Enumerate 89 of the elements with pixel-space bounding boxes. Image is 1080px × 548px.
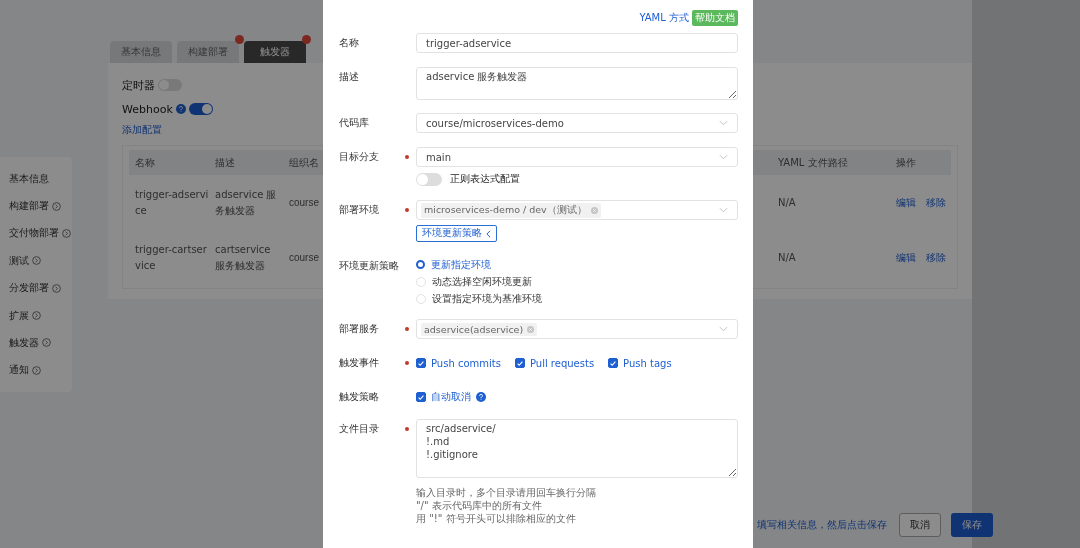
action-link[interactable]: 编辑 <box>896 249 916 266</box>
field-label: 文件目录 <box>339 422 380 436</box>
chevron-down-icon <box>719 120 728 126</box>
sidebar-item[interactable]: 触发器 <box>9 335 72 350</box>
chevron-down-icon <box>719 207 728 213</box>
chevron-left-icon <box>486 229 491 238</box>
required-dot <box>405 155 409 159</box>
table-cell-text: course <box>289 250 320 265</box>
chevron-down-icon <box>719 154 728 160</box>
toggle-switch[interactable] <box>416 172 442 186</box>
field-label: 触发策略 <box>339 390 380 404</box>
column-header: 组织名 <box>289 155 320 170</box>
sidebar-item[interactable]: 交付物部署 <box>9 226 72 241</box>
help-icon <box>175 104 186 114</box>
action-link[interactable]: 移除 <box>926 194 946 211</box>
tab[interactable]: 触发器 <box>244 41 306 63</box>
column-header: 操作 <box>896 155 917 170</box>
footer-hint: 填写相关信息，然后点击保存 <box>757 518 887 532</box>
switch-label: 定时器 <box>122 77 155 93</box>
column-header: YAML 文件路径 <box>778 155 849 170</box>
switch-label: Webhook <box>122 102 173 116</box>
circle-chevron-icon <box>52 283 61 293</box>
field-label: 代码库 <box>339 116 370 130</box>
multi-select-field[interactable]: microservices-demo / dev（测试） <box>416 200 738 220</box>
name-input[interactable]: trigger-adservice <box>416 33 738 53</box>
circle-chevron-icon <box>32 256 41 266</box>
circle-chevron-icon <box>52 201 61 211</box>
required-dot <box>405 361 409 365</box>
checkbox[interactable] <box>608 358 619 368</box>
circle-chevron-icon <box>32 311 41 321</box>
field-label: 环境更新策略 <box>339 259 400 273</box>
sidebar-item[interactable]: 测试 <box>9 253 72 268</box>
circle-chevron-icon <box>62 228 71 238</box>
table-cell-text: N/A <box>778 195 797 210</box>
sidebar-item[interactable]: 构建部署 <box>9 199 72 214</box>
checkbox[interactable] <box>416 358 426 368</box>
table-cell-text: trigger-cartservice <box>135 242 208 273</box>
circle-chevron-icon <box>32 365 41 375</box>
toggle-switch[interactable] <box>188 103 213 115</box>
radio-label: 设置指定环境为基准环境 <box>432 291 542 306</box>
cancel-button[interactable]: 取消 <box>899 513 941 537</box>
selected-tag[interactable]: microservices-demo / dev（测试） <box>421 202 601 218</box>
text-area[interactable]: adservice 服务触发器 <box>416 67 738 100</box>
hint-text: 用 "!" 符号开头可以排除相应的文件 <box>416 512 577 525</box>
required-dot <box>405 427 409 431</box>
help-icon <box>476 392 486 402</box>
switch-label: 正则表达式配置 <box>450 172 520 186</box>
hint-text: 输入目录时，多个目录请用回车换行分隔 <box>416 486 597 499</box>
strategy-button[interactable]: 环境更新策略 <box>416 225 497 242</box>
sidebar-item[interactable]: 基本信息 <box>9 171 72 186</box>
field-label: 部署服务 <box>339 322 380 336</box>
radio-label: 动态选择空闲环境更新 <box>432 274 532 289</box>
field-label: 部署环境 <box>339 203 380 217</box>
circle-chevron-icon <box>42 338 51 348</box>
checkbox-label: Pull requests <box>529 357 595 369</box>
table-cell-text: trigger-adservice <box>135 187 210 218</box>
action-link[interactable]: 编辑 <box>896 194 916 211</box>
sidebar-item[interactable]: 分发部署 <box>9 281 72 296</box>
selected-tag[interactable]: adservice(adservice) <box>421 322 538 336</box>
checkbox-label: Push commits <box>431 357 501 369</box>
checkbox-label: Push tags <box>623 357 672 369</box>
select-field[interactable]: main <box>416 147 738 167</box>
radio-button[interactable] <box>416 260 425 269</box>
checkbox-label: 自动取消 <box>431 390 471 404</box>
sidebar-item[interactable]: 通知 <box>9 363 72 378</box>
multi-select-field[interactable]: adservice(adservice) <box>416 319 738 339</box>
table-cell-text: adservice 服务触发器 <box>215 187 278 218</box>
column-header: 描述 <box>215 155 236 170</box>
select-field[interactable]: course/microservices-demo <box>416 113 738 133</box>
table-cell-text: course <box>289 195 320 210</box>
sidebar-item[interactable]: 扩展 <box>9 308 72 323</box>
table-cell-text: cartservice 服务触发器 <box>215 242 272 273</box>
yaml-mode-link[interactable]: YAML 方式 <box>639 10 689 25</box>
table-cell-text: N/A <box>778 250 797 265</box>
hint-text: "/" 表示代码库中的所有文件 <box>416 499 543 512</box>
field-label: 描述 <box>339 70 360 84</box>
required-dot <box>405 327 409 331</box>
radio-label: 更新指定环境 <box>431 257 491 272</box>
save-button[interactable]: 保存 <box>951 513 993 537</box>
required-dot <box>405 208 409 212</box>
checkbox[interactable] <box>514 358 525 368</box>
field-label: 目标分支 <box>339 150 380 164</box>
text-area[interactable]: src/adservice/ !.md !.gitignore <box>416 419 738 478</box>
chevron-down-icon <box>719 326 728 332</box>
field-label: 触发事件 <box>339 356 380 370</box>
column-header: 名称 <box>135 155 156 170</box>
checkbox[interactable] <box>416 392 426 402</box>
field-label: 名称 <box>339 36 360 50</box>
action-link[interactable]: 移除 <box>926 249 946 266</box>
